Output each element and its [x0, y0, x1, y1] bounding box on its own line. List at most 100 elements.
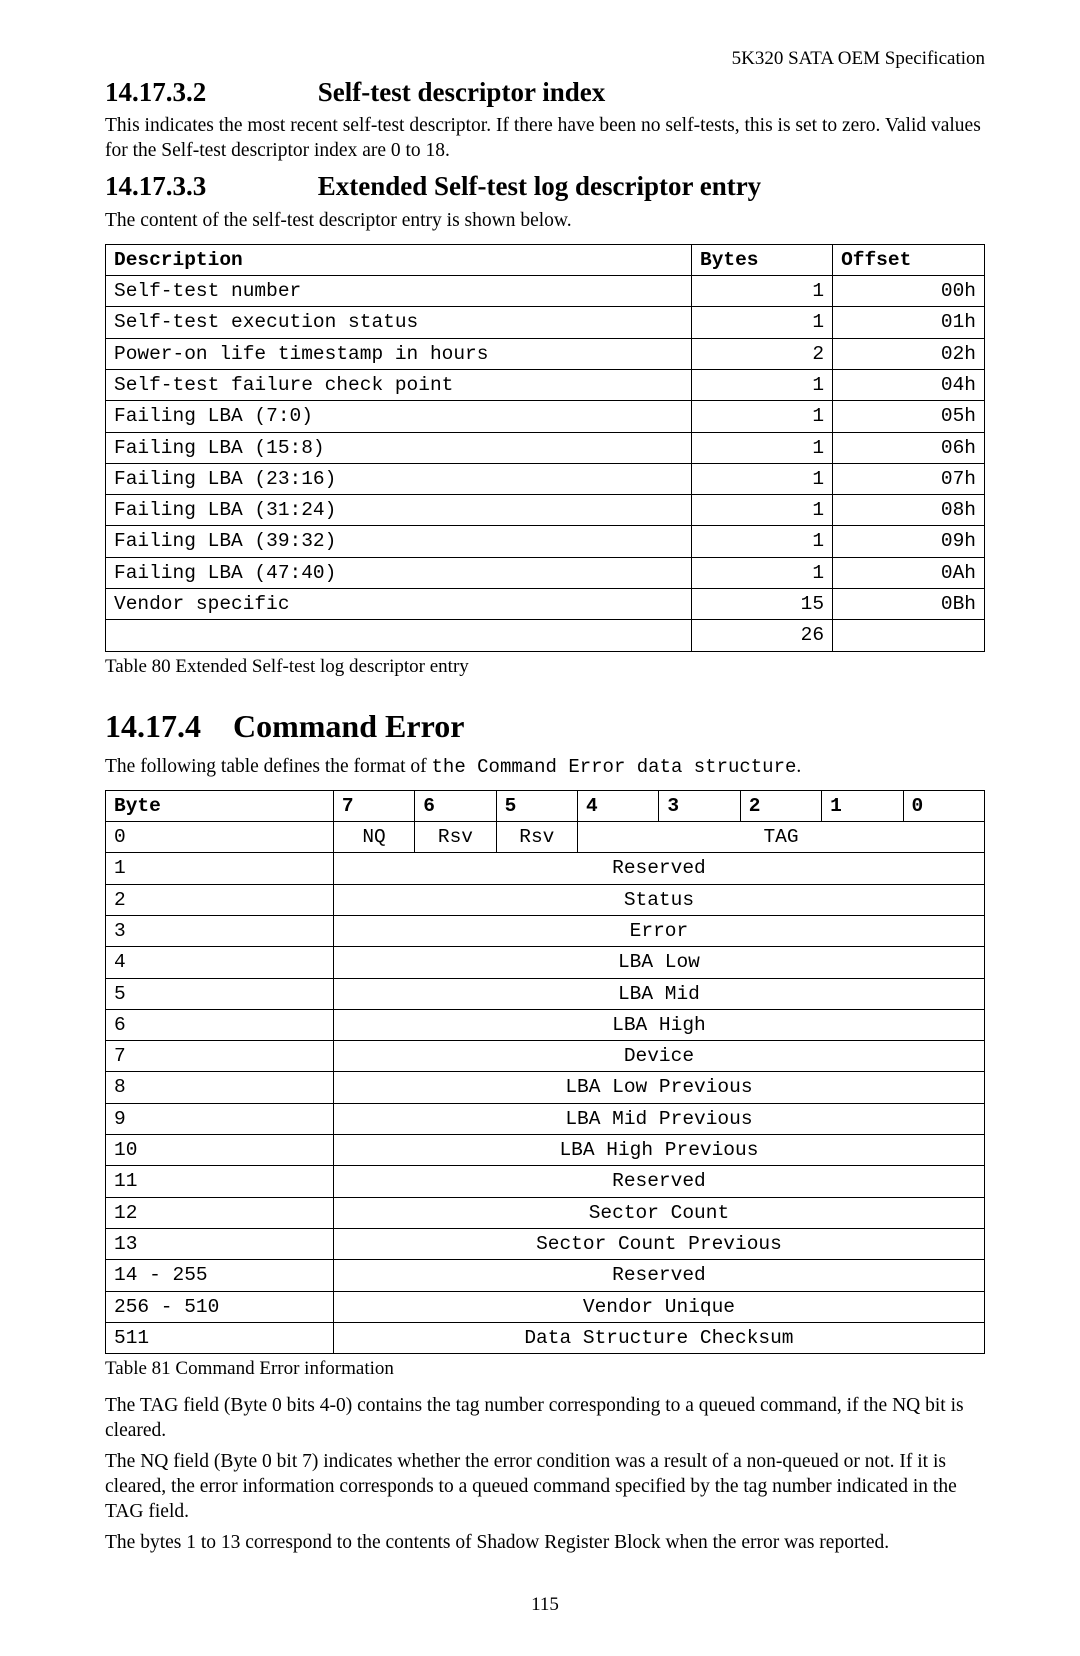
intro-prefix: The following table defines the format o…	[105, 756, 432, 777]
section-number: 14.17.3.3	[105, 170, 311, 202]
table-row: Failing LBA (31:24)108h	[106, 495, 985, 526]
page-number: 115	[105, 1594, 985, 1616]
cell-offset: 05h	[833, 401, 985, 432]
table-row: Self-test number100h	[106, 275, 985, 306]
table-row: Failing LBA (15:8)106h	[106, 432, 985, 463]
cell-content: Reserved	[333, 1166, 984, 1197]
table-row: 7Device	[106, 1041, 985, 1072]
cell-byte: 11	[106, 1166, 334, 1197]
section3-para2: The NQ field (Byte 0 bit 7) indicates wh…	[105, 1450, 985, 1525]
table-row: Vendor specific150Bh	[106, 589, 985, 620]
table-row: 2Status	[106, 884, 985, 915]
cell-bytes: 2	[692, 338, 833, 369]
cell-byte: 13	[106, 1229, 334, 1260]
th-bit6: 6	[415, 790, 496, 821]
cell-description: Failing LBA (7:0)	[106, 401, 692, 432]
section2-paragraph: The content of the self-test descriptor …	[105, 209, 985, 234]
table-row: 26	[106, 620, 985, 651]
table-row: 11Reserved	[106, 1166, 985, 1197]
th-bit5: 5	[496, 790, 577, 821]
table-row: 10LBA High Previous	[106, 1135, 985, 1166]
cell-byte: 10	[106, 1135, 334, 1166]
th-description: Description	[106, 244, 692, 275]
section-heading-3: 14.17.4 Command Error	[105, 708, 985, 745]
th-bytes: Bytes	[692, 244, 833, 275]
cell-offset	[833, 620, 985, 651]
intro-mono: the Command Error data structure	[432, 756, 797, 778]
table-row: 12Sector Count	[106, 1197, 985, 1228]
table-command-error: Byte 7 6 5 4 3 2 1 0 0 NQ Rsv Rsv TAG 1R…	[105, 790, 985, 1355]
section3-para1: The TAG field (Byte 0 bits 4-0) contains…	[105, 1394, 985, 1444]
table-row: 1Reserved	[106, 853, 985, 884]
table-row: 256 - 510Vendor Unique	[106, 1291, 985, 1322]
cell-bytes: 1	[692, 307, 833, 338]
table-row: Self-test execution status101h	[106, 307, 985, 338]
cell-rsv: Rsv	[496, 821, 577, 852]
table-row: 4LBA Low	[106, 947, 985, 978]
cell-bytes: 26	[692, 620, 833, 651]
cell-content: Sector Count Previous	[333, 1229, 984, 1260]
cell-content: Reserved	[333, 853, 984, 884]
section1-paragraph: This indicates the most recent self-test…	[105, 114, 985, 164]
table-row: 3Error	[106, 915, 985, 946]
table-row: Failing LBA (23:16)107h	[106, 463, 985, 494]
cell-byte: 256 - 510	[106, 1291, 334, 1322]
cell-byte: 9	[106, 1103, 334, 1134]
cell-offset: 00h	[833, 275, 985, 306]
th-bit3: 3	[659, 790, 740, 821]
table-row: 14 - 255Reserved	[106, 1260, 985, 1291]
cell-byte: 12	[106, 1197, 334, 1228]
cell-byte: 2	[106, 884, 334, 915]
th-bit2: 2	[740, 790, 821, 821]
cell-description: Power-on life timestamp in hours	[106, 338, 692, 369]
cell-byte: 511	[106, 1322, 334, 1353]
section-title: Self-test descriptor index	[318, 77, 605, 107]
cell-tag: TAG	[578, 821, 985, 852]
section3-intro: The following table defines the format o…	[105, 755, 985, 780]
th-offset: Offset	[833, 244, 985, 275]
cell-description: Failing LBA (31:24)	[106, 495, 692, 526]
page-header: 5K320 SATA OEM Specification	[105, 48, 985, 70]
table-row: 9LBA Mid Previous	[106, 1103, 985, 1134]
th-byte: Byte	[106, 790, 334, 821]
cell-nq: NQ	[333, 821, 414, 852]
table-row: Self-test failure check point104h	[106, 369, 985, 400]
cell-byte: 8	[106, 1072, 334, 1103]
section-title: Extended Self-test log descriptor entry	[318, 171, 761, 201]
cell-byte: 7	[106, 1041, 334, 1072]
table-row: Failing LBA (7:0)105h	[106, 401, 985, 432]
table81-caption: Table 81 Command Error information	[105, 1358, 985, 1380]
cell-description	[106, 620, 692, 651]
cell-byte: 5	[106, 978, 334, 1009]
cell-bytes: 1	[692, 369, 833, 400]
cell-offset: 04h	[833, 369, 985, 400]
cell-offset: 08h	[833, 495, 985, 526]
table-header-row: Description Bytes Offset	[106, 244, 985, 275]
cell-offset: 02h	[833, 338, 985, 369]
th-bit0: 0	[903, 790, 985, 821]
cell-offset: 06h	[833, 432, 985, 463]
cell-description: Vendor specific	[106, 589, 692, 620]
cell-byte: 3	[106, 915, 334, 946]
cell-content: LBA Low	[333, 947, 984, 978]
cell-content: Device	[333, 1041, 984, 1072]
cell-byte: 6	[106, 1009, 334, 1040]
cell-bytes: 1	[692, 275, 833, 306]
cell-offset: 07h	[833, 463, 985, 494]
section-heading-2: 14.17.3.3 Extended Self-test log descrip…	[105, 170, 985, 202]
cell-bytes: 1	[692, 495, 833, 526]
cell-bytes: 1	[692, 432, 833, 463]
cell-bytes: 1	[692, 557, 833, 588]
cell-content: LBA High Previous	[333, 1135, 984, 1166]
cell-bytes: 1	[692, 526, 833, 557]
cell-content: Data Structure Checksum	[333, 1322, 984, 1353]
cell-offset: 01h	[833, 307, 985, 338]
cell-content: Sector Count	[333, 1197, 984, 1228]
cell-content: Reserved	[333, 1260, 984, 1291]
section-number: 14.17.3.2	[105, 76, 311, 108]
table-row: 6LBA High	[106, 1009, 985, 1040]
th-bit7: 7	[333, 790, 414, 821]
cell-description: Failing LBA (15:8)	[106, 432, 692, 463]
cell-offset: 0Ah	[833, 557, 985, 588]
cell-content: Vendor Unique	[333, 1291, 984, 1322]
